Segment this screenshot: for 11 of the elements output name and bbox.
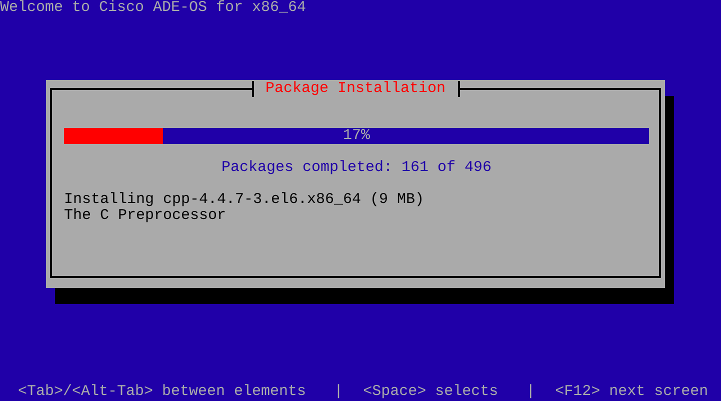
key-hint: <F12> next screen — [555, 384, 708, 400]
screen-title: Welcome to Cisco ADE-OS for x86_64 — [0, 0, 308, 16]
progress-percent: 17% — [342, 128, 370, 144]
package-info: Installing cpp-4.4.7-3.el6.x86_64 (9 MB) — [64, 192, 426, 208]
package-info: The C Preprocessor — [64, 208, 228, 224]
packages-count: Packages completed: 161 of 496 — [220, 160, 493, 176]
dialog-title: Package Installation — [251, 81, 460, 97]
separator: | — [526, 384, 536, 400]
separator: | — [334, 384, 344, 400]
key-hint: <Tab>/<Alt-Tab> between elements — [18, 384, 306, 400]
key-hint: <Space> selects — [363, 384, 498, 400]
